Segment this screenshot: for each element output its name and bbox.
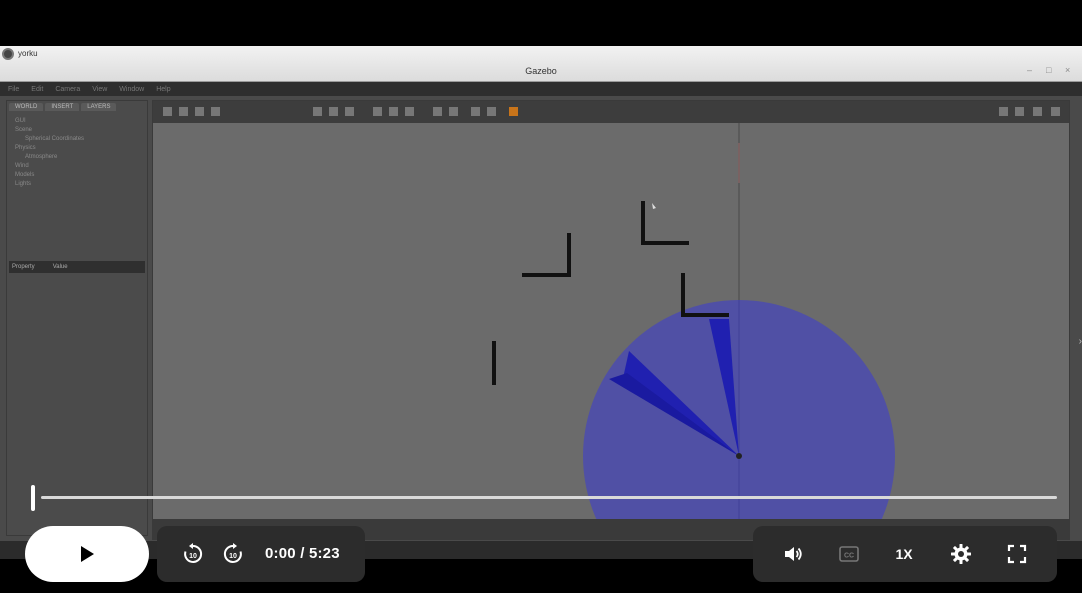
time-separator: / xyxy=(295,545,309,562)
viewport-toolbar xyxy=(153,101,1069,123)
value-label: Value xyxy=(52,264,68,270)
media-options: CC 1X xyxy=(753,526,1057,582)
log-icon xyxy=(1015,107,1024,116)
scale-tool-icon xyxy=(211,107,220,116)
video-record-icon xyxy=(1051,107,1060,116)
select-tool-icon xyxy=(163,107,172,116)
progress-track[interactable] xyxy=(41,496,1057,499)
time-display: 0:00 / 5:23 xyxy=(265,526,340,582)
tree-item: Scene xyxy=(15,127,33,133)
window-app-label: yorku xyxy=(18,49,38,58)
menu-item: View xyxy=(92,85,108,93)
sphere-shape-icon xyxy=(329,107,338,116)
tree-item: Lights xyxy=(15,181,32,187)
property-header: Property Value xyxy=(9,261,145,273)
light-icon xyxy=(389,107,398,116)
playback-speed-button[interactable]: 1X xyxy=(887,526,921,582)
video-player: yorku Gazebo – □ × File Edit Camera View… xyxy=(0,0,1082,593)
property-label: Property xyxy=(12,264,35,270)
tree-item: Wind xyxy=(15,163,29,169)
menu-item: Help xyxy=(156,85,171,93)
translate-tool-icon xyxy=(179,107,188,116)
closed-captions-icon: CC xyxy=(839,546,859,562)
maximize-icon: □ xyxy=(1046,65,1052,75)
tree-item: Atmosphere xyxy=(25,154,58,160)
window-title: Gazebo xyxy=(525,66,557,76)
captions-button[interactable]: CC xyxy=(833,526,865,582)
app-logo-icon xyxy=(2,48,14,60)
chevron-right-icon: › xyxy=(1078,336,1082,347)
window-titlebar: yorku Gazebo – □ × xyxy=(0,46,1082,82)
rotate-tool-icon xyxy=(195,107,204,116)
menu-item: Window xyxy=(119,85,145,93)
world-tree: GUI Scene Spherical Coordinates Physics … xyxy=(7,113,147,193)
window-buttons: – □ × xyxy=(1027,66,1074,75)
fullscreen-icon xyxy=(1007,544,1027,564)
light-icon xyxy=(373,107,382,116)
tab-insert: INSERT xyxy=(45,103,80,111)
video-frame[interactable]: yorku Gazebo – □ × File Edit Camera View… xyxy=(0,46,1082,559)
close-icon: × xyxy=(1065,65,1071,75)
snap-icon xyxy=(487,107,496,116)
rewind-10-button[interactable]: 10 xyxy=(177,526,209,582)
tab-layers: LAYERS xyxy=(81,103,117,111)
settings-gear-icon xyxy=(951,544,971,564)
fullscreen-button[interactable] xyxy=(1001,526,1033,582)
time-current: 0:00 xyxy=(265,545,296,562)
time-total: 5:23 xyxy=(308,545,340,562)
svg-text:CC: CC xyxy=(844,553,854,560)
panel-tabs: WORLD INSERT LAYERS xyxy=(7,101,147,113)
tree-item: Spherical Coordinates xyxy=(25,136,85,142)
tab-world: WORLD xyxy=(9,103,44,111)
record-icon xyxy=(509,107,518,116)
volume-icon xyxy=(785,547,802,561)
playback-controls: 10 10 0:00 / 5:23 xyxy=(157,526,365,582)
tree-item: Physics xyxy=(15,145,36,151)
rewind-10-icon: 10 xyxy=(184,543,203,563)
screenshot-icon xyxy=(999,107,1008,116)
box-shape-icon xyxy=(313,107,322,116)
3d-viewport xyxy=(152,100,1070,520)
rewind-seconds: 10 xyxy=(189,553,197,560)
world-panel: WORLD INSERT LAYERS GUI Scene Spherical … xyxy=(6,100,148,536)
minimize-icon: – xyxy=(1027,65,1033,75)
menu-item: Edit xyxy=(31,85,44,93)
align-icon xyxy=(471,107,480,116)
menu-item: Camera xyxy=(55,85,81,93)
scene-render xyxy=(492,123,895,519)
play-icon xyxy=(81,546,94,562)
copy-icon xyxy=(433,107,442,116)
cylinder-shape-icon xyxy=(345,107,354,116)
playback-speed-label: 1X xyxy=(895,546,913,562)
menu-item: File xyxy=(8,85,20,93)
forward-seconds: 10 xyxy=(229,553,237,560)
settings-button[interactable] xyxy=(945,526,977,582)
progress-playhead[interactable] xyxy=(31,485,35,511)
forward-10-button[interactable]: 10 xyxy=(217,526,249,582)
tree-item: GUI xyxy=(15,118,26,124)
play-button[interactable] xyxy=(25,526,149,582)
plot-icon xyxy=(1033,107,1042,116)
menubar: File Edit Camera View Window Help xyxy=(0,82,1082,96)
light-icon xyxy=(405,107,414,116)
tree-item: Models xyxy=(15,172,35,178)
forward-10-icon: 10 xyxy=(223,543,242,563)
volume-button[interactable] xyxy=(777,526,809,582)
paste-icon xyxy=(449,107,458,116)
